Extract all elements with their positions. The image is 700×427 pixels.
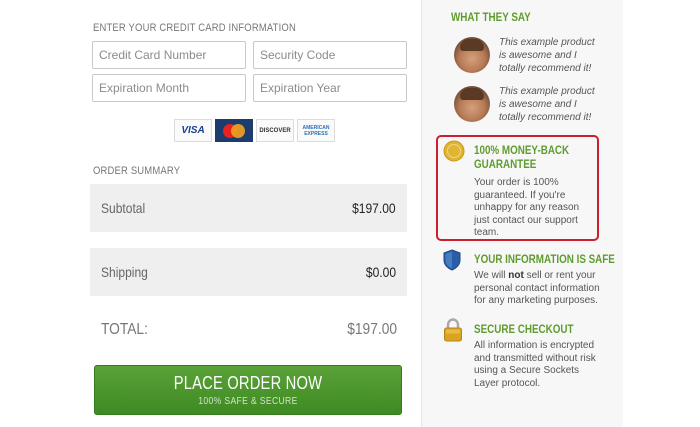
card-number-input[interactable]	[92, 41, 246, 69]
amex-card-logo: AMERICAN EXPRESS	[297, 119, 335, 142]
guarantee-text: Your order is 100% guaranteed. If you're…	[474, 177, 580, 238]
security-code-input[interactable]	[253, 41, 407, 69]
mastercard-icon	[223, 123, 245, 138]
order-summary-heading: ORDER SUMMARY	[93, 165, 181, 177]
mastercard-logo	[215, 119, 253, 142]
shipping-row: Shipping $0.00	[90, 248, 407, 296]
shipping-label: Shipping	[101, 264, 148, 280]
testimonials-heading: WHAT THEY SAY	[451, 10, 531, 24]
info-safe-text-before: We will	[474, 270, 509, 281]
amex-logo-line2: EXPRESS	[304, 130, 328, 137]
credit-card-heading: ENTER YOUR CREDIT CARD INFORMATION	[93, 22, 296, 34]
secure-checkout-title: SECURE CHECKOUT	[474, 322, 574, 336]
expiration-month-input[interactable]	[92, 74, 246, 102]
info-safe-text-bold: not	[508, 270, 524, 281]
subtotal-label: Subtotal	[101, 200, 146, 216]
place-order-sublabel: 100% SAFE & SECURE	[198, 396, 298, 407]
subtotal-value: $197.00	[352, 200, 396, 216]
visa-logo-text: VISA	[181, 125, 205, 136]
place-order-button[interactable]: PLACE ORDER NOW 100% SAFE & SECURE	[94, 365, 402, 415]
discover-card-logo: DISCOVER	[256, 119, 294, 142]
total-label: TOTAL:	[101, 321, 148, 338]
subtotal-row: Subtotal $197.00	[90, 184, 407, 232]
testimonial-avatar	[454, 37, 490, 73]
testimonial-avatar	[454, 86, 490, 122]
secure-checkout-text: All information is encrypted and transmi…	[474, 340, 596, 389]
place-order-label: PLACE ORDER NOW	[173, 373, 323, 393]
shipping-value: $0.00	[365, 264, 396, 280]
total-value: $197.00	[347, 321, 397, 338]
info-safe-title: YOUR INFORMATION IS SAFE	[474, 252, 615, 266]
testimonial-text: This example product is awesome and I to…	[499, 86, 595, 123]
discover-logo-text: DISCOVER	[259, 127, 291, 134]
lock-icon	[444, 318, 462, 342]
shield-icon	[443, 249, 461, 271]
testimonial-text: This example product is awesome and I to…	[499, 37, 595, 74]
guarantee-title: 100% MONEY-BACK GUARANTEE	[474, 143, 570, 171]
expiration-year-input[interactable]	[253, 74, 407, 102]
visa-card-logo: VISA	[174, 119, 212, 142]
info-safe-text: We will not sell or rent your personal c…	[474, 270, 600, 308]
gold-seal-icon	[443, 140, 465, 162]
